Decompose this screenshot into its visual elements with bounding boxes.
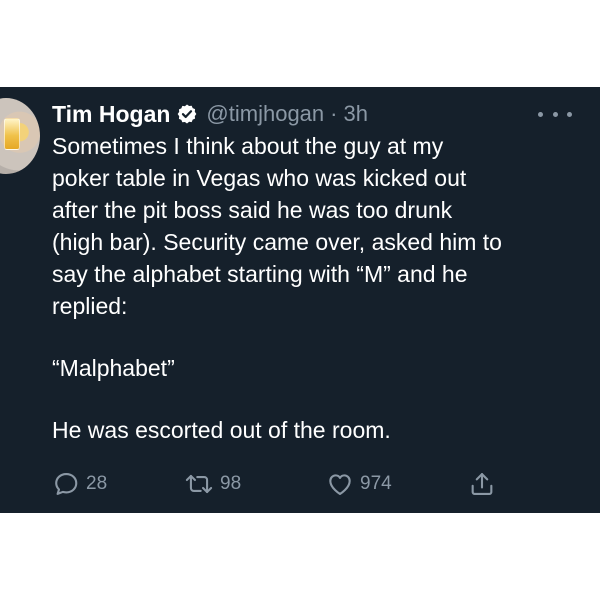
tweet-line: poker table in Vegas who was kicked out xyxy=(52,165,467,191)
tweet-closing: He was escorted out of the room. xyxy=(52,417,391,443)
more-dot xyxy=(552,111,558,117)
retweet-count: 98 xyxy=(220,473,242,494)
more-dot xyxy=(567,111,572,117)
like-button[interactable]: 974 xyxy=(326,469,392,499)
tweet-header: Tim Hogan @timjhogan · 3h xyxy=(52,99,368,129)
tweet-line: Sometimes I think about the guy at my xyxy=(52,133,444,159)
tweet-card[interactable]: Tim Hogan @timjhogan · 3h Sometimes I th… xyxy=(0,87,600,513)
avatar[interactable] xyxy=(0,98,40,174)
time-separator: · xyxy=(330,101,338,126)
verified-badge-icon xyxy=(176,103,198,125)
more-dot xyxy=(538,111,543,117)
reply-bubble-icon xyxy=(52,470,80,498)
tweet-line: after the pit boss said he was too drunk xyxy=(52,197,453,223)
avatar-drink-glass xyxy=(4,118,20,150)
tweet-line: replied: xyxy=(52,293,128,319)
retweet-button[interactable]: 98 xyxy=(184,469,241,499)
like-count: 974 xyxy=(360,473,392,494)
author-handle[interactable]: @timjhogan xyxy=(206,101,324,127)
share-upload-icon xyxy=(468,470,496,498)
heart-icon xyxy=(326,470,354,498)
tweet-quote: “Malphabet” xyxy=(52,355,175,381)
tweet-line: say the alphabet starting with “M” and h… xyxy=(52,261,468,287)
reply-button[interactable]: 28 xyxy=(52,469,107,499)
retweet-icon xyxy=(184,470,214,498)
reply-count: 28 xyxy=(86,473,108,494)
more-dots-icon[interactable] xyxy=(538,107,572,121)
author-name[interactable]: Tim Hogan xyxy=(52,101,170,128)
tweet-text: Sometimes I think about the guy at my po… xyxy=(52,130,592,446)
tweet-actions: 28 98 974 xyxy=(52,469,512,499)
tweet-line: (high bar). Security came over, asked hi… xyxy=(52,229,502,255)
tweet-time[interactable]: 3h xyxy=(343,101,367,127)
share-button[interactable] xyxy=(468,469,496,499)
